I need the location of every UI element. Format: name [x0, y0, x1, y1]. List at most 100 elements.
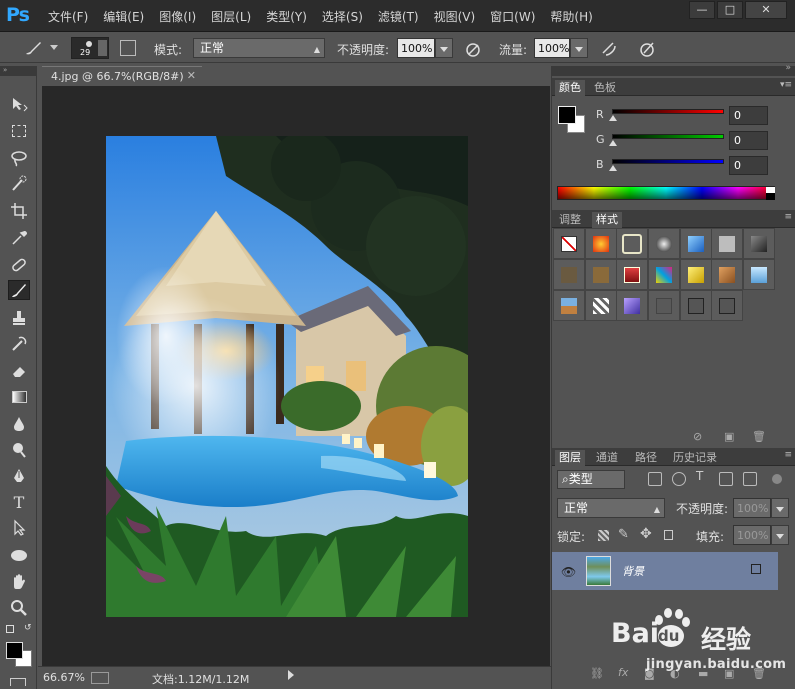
blue-slider[interactable]: [612, 159, 724, 164]
menu-type[interactable]: 类型(Y): [266, 8, 307, 25]
hand-icon[interactable]: [8, 572, 30, 592]
color-spectrum-ramp[interactable]: [557, 186, 775, 200]
tab-history[interactable]: 历史记录: [669, 450, 721, 466]
lock-position-icon[interactable]: ✥: [640, 526, 652, 542]
flow-dropdown[interactable]: [570, 38, 588, 58]
gradient-icon[interactable]: [8, 387, 30, 407]
style-swatch[interactable]: [648, 259, 680, 290]
menu-file[interactable]: 文件(F): [48, 8, 88, 25]
swap-colors-icon[interactable]: ↺: [24, 623, 32, 633]
red-slider-thumb[interactable]: [609, 115, 617, 121]
lock-all-icon[interactable]: [664, 530, 673, 540]
menu-filter[interactable]: 滤镜(T): [378, 8, 419, 25]
brush-size-picker[interactable]: 29: [71, 37, 109, 59]
ramp-black-swatch[interactable]: [766, 193, 775, 200]
fill-dropdown[interactable]: [771, 525, 789, 545]
brush-preset-icon[interactable]: [22, 38, 44, 58]
tab-styles[interactable]: 样式: [592, 212, 622, 228]
pressure-size-icon[interactable]: [638, 40, 656, 58]
brush-icon[interactable]: [8, 280, 30, 300]
style-swatch[interactable]: [585, 290, 617, 321]
panel-menu-icon[interactable]: ≡: [784, 212, 792, 222]
green-value[interactable]: 0: [729, 131, 768, 150]
zoom-icon[interactable]: [8, 598, 30, 618]
style-swatch[interactable]: [616, 259, 648, 290]
style-swatch[interactable]: [553, 290, 585, 321]
tab-paths[interactable]: 路径: [631, 450, 661, 466]
tab-channels[interactable]: 通道: [592, 450, 622, 466]
close-icon[interactable]: ✕: [745, 1, 787, 19]
menu-view[interactable]: 视图(V): [434, 8, 476, 25]
layer-opacity-dropdown[interactable]: [771, 498, 789, 518]
style-swatch[interactable]: [616, 228, 648, 259]
style-swatch[interactable]: [743, 259, 775, 290]
style-swatch[interactable]: [585, 259, 617, 290]
brush-preset-dropdown[interactable]: [50, 45, 58, 50]
ellipse-icon[interactable]: [8, 545, 30, 565]
style-swatch[interactable]: [711, 259, 743, 290]
status-preview-icon[interactable]: [91, 672, 109, 684]
zoom-level[interactable]: 66.67%: [43, 671, 85, 684]
blur-icon[interactable]: [8, 414, 30, 434]
brush-panel-icon[interactable]: [120, 40, 136, 56]
filter-toggle-icon[interactable]: [772, 474, 782, 484]
menu-layer[interactable]: 图层(L): [211, 8, 251, 25]
opacity-dropdown[interactable]: [435, 38, 453, 58]
blend-mode-select[interactable]: 正常 ▲: [557, 498, 665, 518]
smart-object-filter-icon[interactable]: [743, 472, 757, 486]
style-swatch[interactable]: [743, 228, 775, 259]
layer-opacity-input[interactable]: 100%: [733, 498, 771, 518]
adjustment-filter-icon[interactable]: [672, 472, 686, 486]
path-selection-icon[interactable]: [8, 518, 30, 538]
panel-menu-icon[interactable]: ▾≡: [780, 80, 792, 90]
menu-edit[interactable]: 编辑(E): [103, 8, 144, 25]
style-swatch[interactable]: [585, 228, 617, 259]
tab-swatches[interactable]: 色板: [590, 80, 620, 96]
airbrush-icon[interactable]: [600, 40, 618, 58]
style-swatch[interactable]: [680, 290, 712, 321]
style-swatch[interactable]: [680, 228, 712, 259]
mode-select[interactable]: 正常 ▲: [193, 38, 325, 58]
panel-menu-icon[interactable]: ≡: [784, 450, 792, 460]
default-colors-icon[interactable]: [6, 625, 14, 633]
type-filter-icon[interactable]: T: [696, 469, 710, 483]
brush-size-dropdown[interactable]: [98, 40, 107, 56]
new-style-icon[interactable]: ▣: [724, 430, 734, 443]
clear-style-icon[interactable]: ⊘: [693, 430, 702, 443]
layer-kind-filter[interactable]: ⌕类型: [557, 470, 625, 489]
lock-pixels-icon[interactable]: ✎: [618, 527, 629, 542]
blue-value[interactable]: 0: [729, 156, 768, 175]
style-swatch[interactable]: [711, 228, 743, 259]
crop-icon[interactable]: [8, 201, 30, 221]
tab-color[interactable]: 颜色: [555, 80, 585, 96]
green-slider[interactable]: [612, 134, 724, 139]
close-tab-icon[interactable]: ✕: [187, 69, 196, 82]
tab-layers[interactable]: 图层: [555, 450, 585, 466]
style-none[interactable]: [553, 228, 585, 259]
dodge-icon[interactable]: [8, 440, 30, 460]
layer-name[interactable]: 背景: [622, 563, 644, 579]
green-slider-thumb[interactable]: [609, 140, 617, 146]
document-image[interactable]: [106, 136, 468, 617]
tab-adjustments[interactable]: 调整: [555, 212, 585, 228]
marquee-icon[interactable]: [8, 121, 30, 141]
quick-mask-icon[interactable]: [10, 678, 26, 686]
layer-style-fx-icon[interactable]: fx: [618, 666, 628, 679]
eyedropper-icon[interactable]: [8, 228, 30, 248]
flow-input[interactable]: 100%: [534, 38, 570, 58]
shape-filter-icon[interactable]: [719, 472, 733, 486]
minimize-icon[interactable]: —: [689, 1, 715, 19]
link-layers-icon[interactable]: ⛓︎: [590, 667, 604, 680]
pixel-filter-icon[interactable]: [648, 472, 662, 486]
healing-brush-icon[interactable]: [8, 255, 30, 275]
clone-stamp-icon[interactable]: [8, 308, 30, 328]
menu-image[interactable]: 图像(I): [159, 8, 196, 25]
style-swatch[interactable]: [680, 259, 712, 290]
maximize-icon[interactable]: □: [717, 1, 743, 19]
eraser-icon[interactable]: [8, 361, 30, 381]
visibility-eye-icon[interactable]: 👁︎: [561, 565, 576, 579]
menu-select[interactable]: 选择(S): [322, 8, 363, 25]
red-slider[interactable]: [612, 109, 724, 114]
quick-selection-icon[interactable]: [8, 174, 30, 194]
style-swatch[interactable]: [648, 290, 680, 321]
